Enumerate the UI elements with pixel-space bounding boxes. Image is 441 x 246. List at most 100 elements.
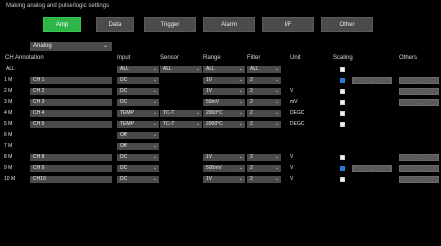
all-sensor-select[interactable]: ALL ⌄ [160, 66, 202, 73]
filter-select[interactable]: 2 ⌄ [247, 165, 281, 172]
scaling-checkbox[interactable] [340, 89, 345, 94]
input-select[interactable]: DC ⌄ [117, 99, 159, 106]
tab-trigger[interactable]: Trigger [144, 17, 196, 32]
scaling-settings-button[interactable]: … [352, 165, 392, 172]
chevron-down-icon: ⌄ [152, 110, 157, 116]
mode-select[interactable]: Analog ⌄ [30, 42, 112, 51]
range-select[interactable]: 1V ⌄ [203, 154, 245, 161]
scaling-checkbox[interactable] [340, 100, 345, 105]
select-value: 2 [250, 88, 253, 94]
select-value: TEMP [120, 121, 134, 127]
input-select[interactable]: DC ⌄ [117, 165, 159, 172]
input-select[interactable]: Off ⌄ [117, 132, 159, 139]
annotation-field[interactable]: CH 5 [30, 121, 112, 128]
header-scaling: Scaling [333, 55, 353, 61]
annotation-field[interactable]: CH 8 [30, 154, 112, 161]
select-value: 50mV [206, 99, 220, 105]
tab-label: Data [108, 21, 122, 28]
chevron-down-icon: ⌄ [152, 143, 157, 149]
channel-number: 1 M [4, 77, 13, 83]
table-row: 6 M Off ⌄ [0, 132, 441, 140]
annotation-field[interactable]: CH10 [30, 176, 112, 183]
scaling-checkbox[interactable] [340, 155, 345, 160]
annotation-field[interactable]: CH 9 [30, 165, 112, 172]
input-select[interactable]: DC ⌄ [117, 88, 159, 95]
input-select[interactable]: DC ⌄ [117, 176, 159, 183]
scaling-checkbox[interactable] [340, 177, 345, 182]
header-input: Input [117, 55, 131, 61]
range-select[interactable]: 1V ⌄ [203, 176, 245, 183]
others-settings-button[interactable]: … [399, 99, 439, 106]
others-settings-button[interactable]: … [399, 165, 439, 172]
others-settings-button[interactable]: … [399, 88, 439, 95]
chevron-down-icon: ⌄ [274, 154, 279, 160]
annotation-field[interactable]: CH 1 [30, 77, 112, 84]
ellipsis-icon: … [417, 78, 421, 83]
input-select[interactable]: DC ⌄ [117, 77, 159, 84]
chevron-down-icon: ⌄ [152, 99, 157, 105]
input-select[interactable]: Off ⌄ [117, 143, 159, 150]
scaling-settings-button[interactable]: … [352, 77, 392, 84]
chevron-down-icon: ⌄ [152, 121, 157, 127]
tab-label: Amp [55, 21, 69, 28]
filter-select[interactable]: 2 ⌄ [247, 110, 281, 117]
chevron-down-icon: ⌄ [238, 77, 243, 83]
scaling-checkbox[interactable] [340, 122, 345, 127]
chevron-down-icon: ⌄ [102, 43, 108, 49]
channel-number: 6 M [4, 132, 13, 138]
sensor-select[interactable]: TC-T ⌄ [160, 110, 202, 117]
unit-label: V [290, 176, 294, 182]
tab-label: Alarm [221, 21, 237, 28]
range-select[interactable]: 500mV ⌄ [203, 165, 245, 172]
tab-data[interactable]: Data [96, 17, 134, 32]
all-filter-select[interactable]: ALL ⌄ [247, 66, 281, 73]
scaling-checkbox[interactable] [340, 111, 345, 116]
input-select[interactable]: TEMP ⌄ [117, 110, 159, 117]
range-select[interactable]: 2000°C ⌄ [203, 121, 245, 128]
select-value: ALL [163, 66, 172, 72]
input-select[interactable]: DC ⌄ [117, 154, 159, 161]
select-value: DC [120, 77, 128, 83]
filter-select[interactable]: 2 ⌄ [247, 121, 281, 128]
select-value: 500mV [206, 165, 222, 171]
chevron-down-icon: ⌄ [152, 132, 157, 138]
others-settings-button[interactable]: … [399, 176, 439, 183]
tab-if[interactable]: I/F [262, 17, 314, 32]
all-range-select[interactable]: ALL ⌄ [203, 66, 245, 73]
all-scaling-checkbox[interactable] [340, 67, 345, 72]
filter-select[interactable]: 2 ⌄ [247, 77, 281, 84]
filter-select[interactable]: 2 ⌄ [247, 88, 281, 95]
table-row: 1 M CH 1 DC ⌄ 1V ⌄ 2 ⌄…… [0, 77, 441, 85]
annotation-field[interactable]: CH 3 [30, 99, 112, 106]
tab-amp[interactable]: Amp [43, 17, 81, 32]
select-value: DC [120, 176, 128, 182]
annotation-field[interactable]: CH 2 [30, 88, 112, 95]
scaling-checkbox[interactable] [340, 78, 345, 83]
tab-alarm[interactable]: Alarm [203, 17, 255, 32]
range-select[interactable]: 1V ⌄ [203, 77, 245, 84]
range-select[interactable]: 50mV ⌄ [203, 99, 245, 106]
header-range: Range [203, 55, 221, 61]
filter-select[interactable]: 2 ⌄ [247, 154, 281, 161]
select-value: DC [120, 165, 128, 171]
sensor-select[interactable]: TC-T ⌄ [160, 121, 202, 128]
header-unit: Unit [290, 55, 301, 61]
chevron-down-icon: ⌄ [274, 77, 279, 83]
chevron-down-icon: ⌄ [238, 99, 243, 105]
tab-other[interactable]: Other [321, 17, 373, 32]
filter-select[interactable]: 2 ⌄ [247, 176, 281, 183]
select-value: 2 [250, 110, 253, 116]
table-row: 7 M Off ⌄ [0, 143, 441, 151]
select-value: Off [120, 143, 127, 149]
others-settings-button[interactable]: … [399, 154, 439, 161]
all-input-select[interactable]: ALL ⌄ [117, 66, 159, 73]
scaling-checkbox[interactable] [340, 166, 345, 171]
annotation-field[interactable]: CH 4 [30, 110, 112, 117]
range-select[interactable]: 2000°C ⌄ [203, 110, 245, 117]
range-select[interactable]: 1V ⌄ [203, 88, 245, 95]
select-value: 2 [250, 154, 253, 160]
channel-number: 2 M [4, 88, 13, 94]
input-select[interactable]: TEMP ⌄ [117, 121, 159, 128]
filter-select[interactable]: 2 ⌄ [247, 99, 281, 106]
others-settings-button[interactable]: … [399, 77, 439, 84]
